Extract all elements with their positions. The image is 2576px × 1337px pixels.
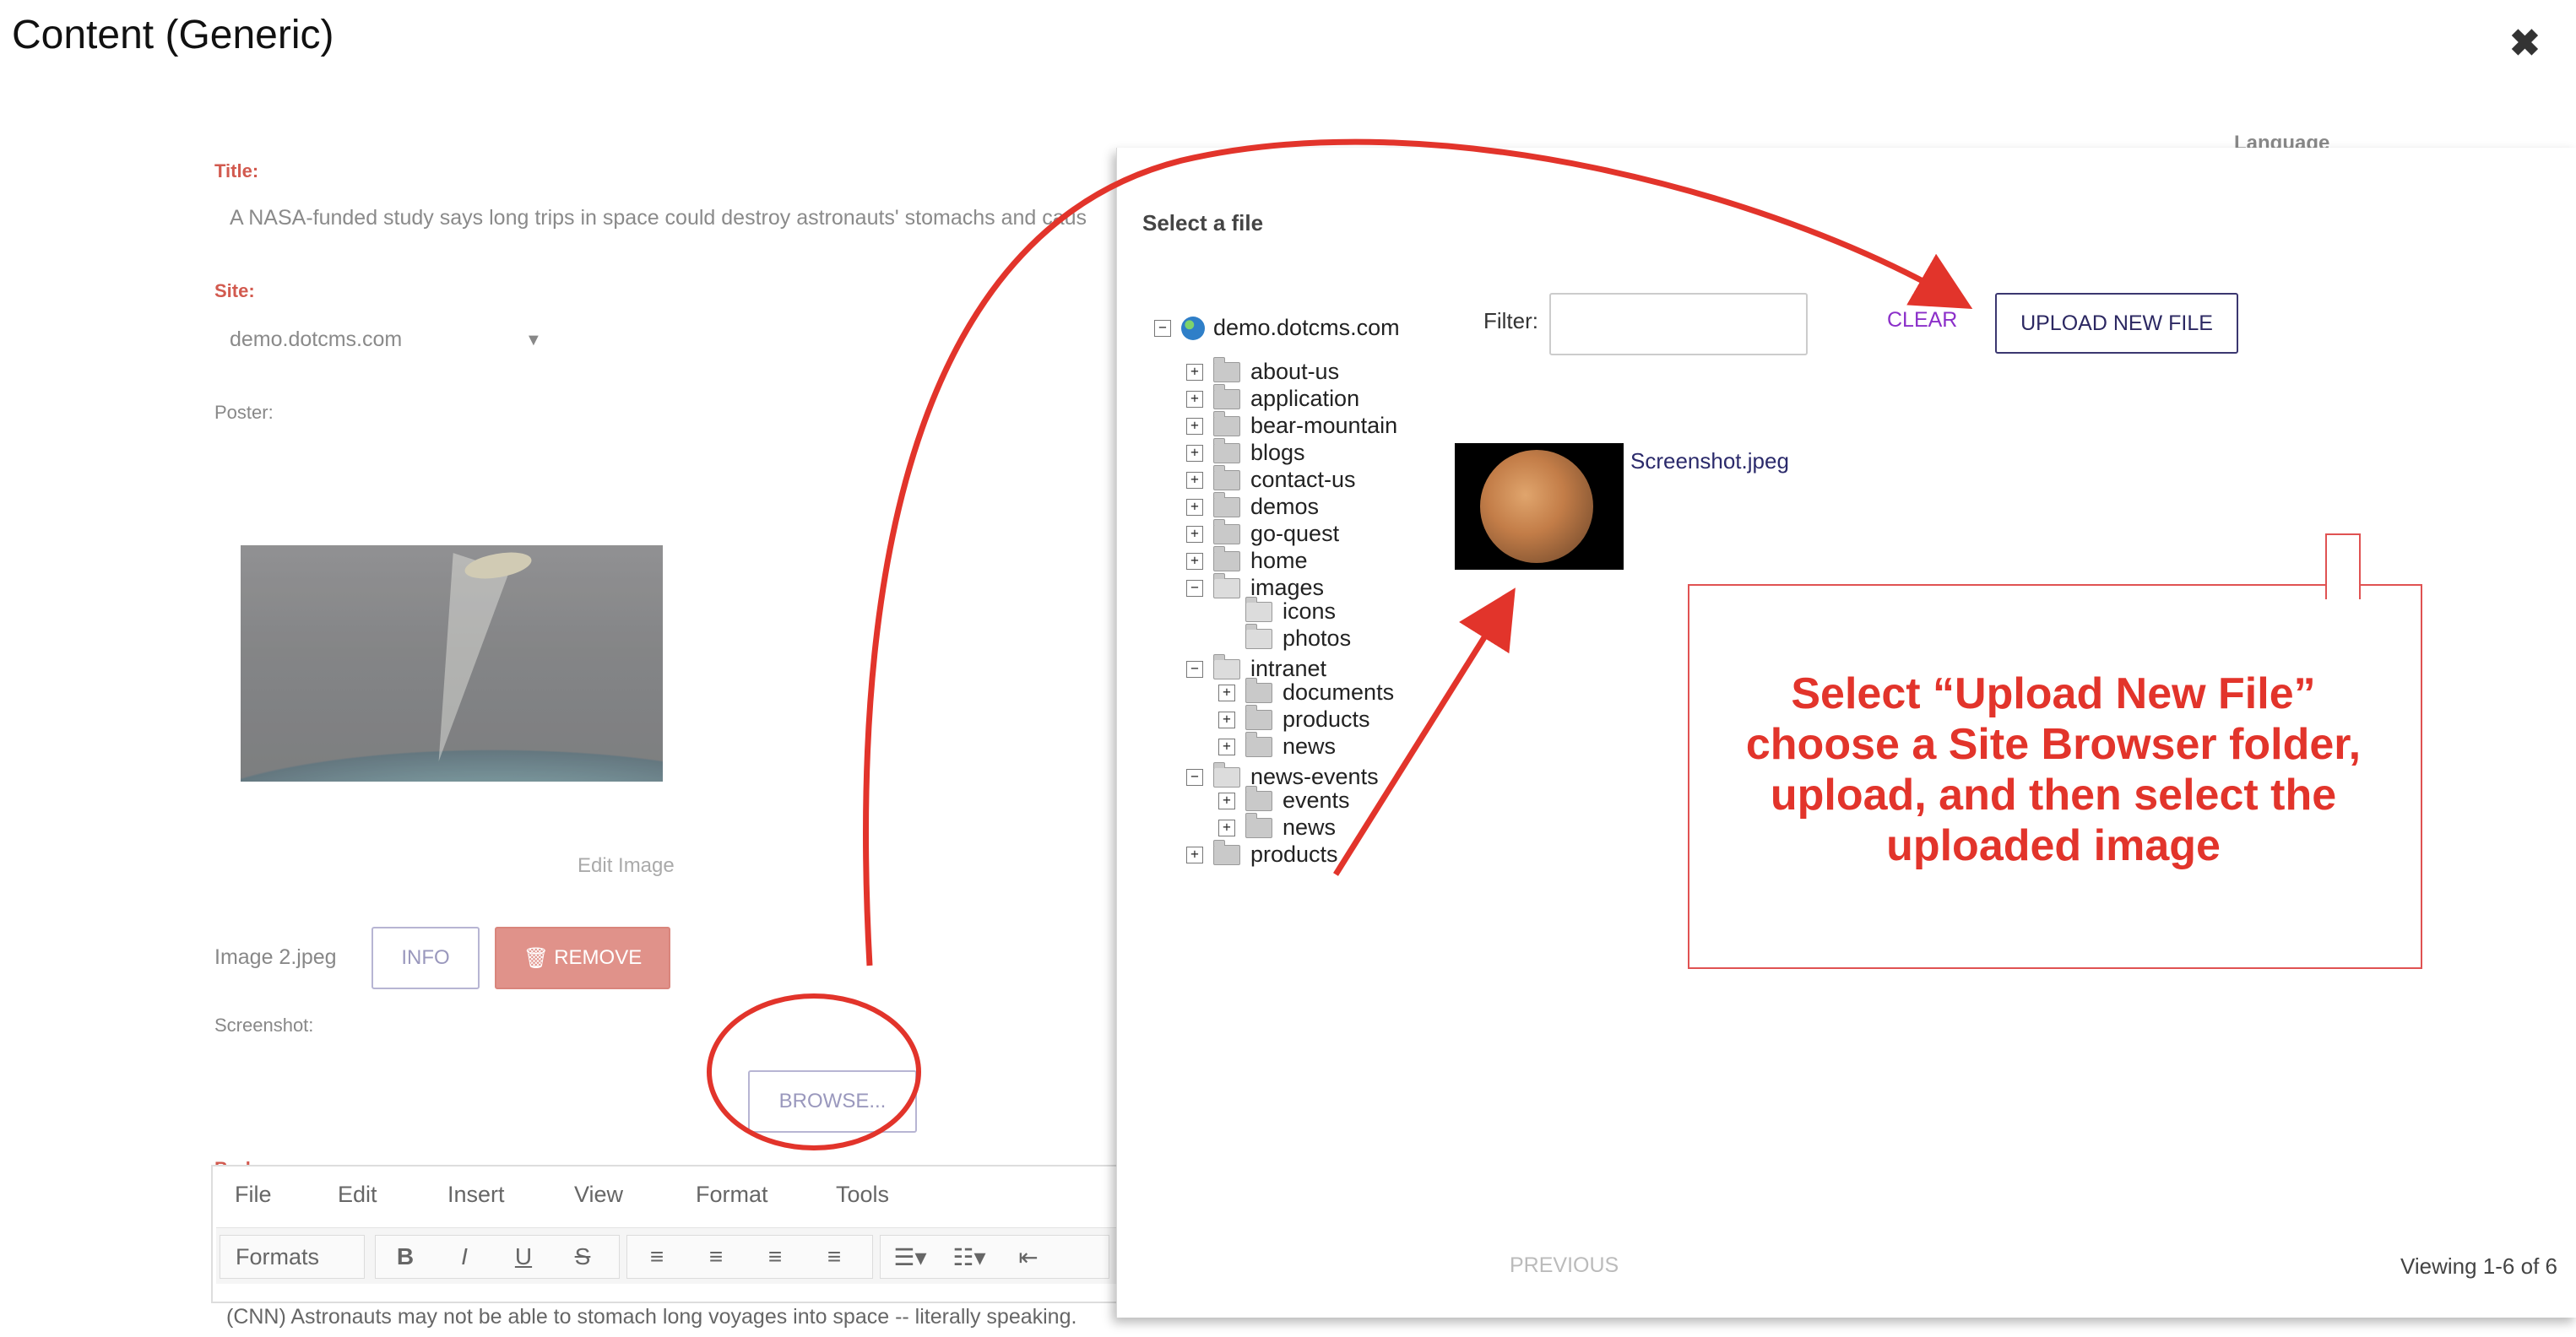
annotation-arrows	[707, 138, 1973, 1150]
arrow-to-upload	[863, 138, 1973, 966]
arrow-to-thumbnail	[1333, 587, 1516, 876]
browse-highlight-circle	[707, 993, 921, 1150]
